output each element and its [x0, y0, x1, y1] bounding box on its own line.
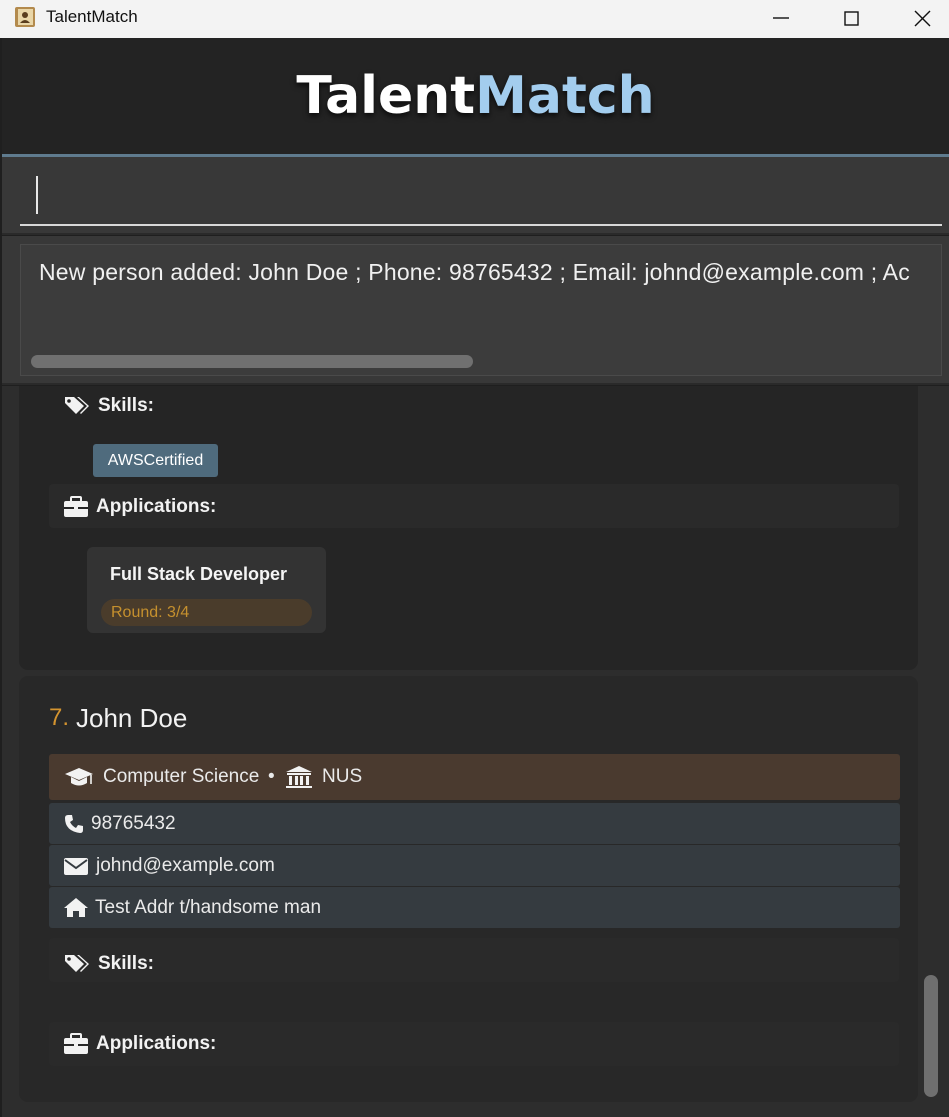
- round-badge: Round: 3/4: [101, 599, 312, 626]
- maximize-button[interactable]: [829, 0, 875, 38]
- skills-label: Skills:: [98, 953, 154, 974]
- divider: [2, 383, 949, 385]
- email-text: johnd@example.com: [96, 855, 275, 876]
- education-row: Computer Science • NUS: [49, 754, 900, 800]
- applications-label: Applications:: [96, 496, 217, 517]
- person-name: John Doe: [76, 703, 188, 733]
- skill-tag: AWSCertified: [93, 444, 218, 477]
- vertical-scrollbar[interactable]: [924, 975, 938, 1097]
- home-icon: [64, 898, 88, 917]
- person-card[interactable]: 7. John Doe Computer Science • NUS 98765…: [19, 676, 918, 1102]
- university-icon: [286, 766, 312, 788]
- minimize-icon: [773, 17, 789, 19]
- university-text: NUS: [322, 766, 363, 787]
- text-caret: [36, 176, 38, 214]
- close-icon: [914, 10, 931, 27]
- email-row: johnd@example.com: [49, 845, 900, 886]
- window-title: TalentMatch: [46, 7, 138, 26]
- briefcase-icon: [64, 1033, 88, 1054]
- command-input[interactable]: [20, 170, 942, 226]
- tags-icon: [65, 397, 89, 414]
- divider: [2, 233, 949, 235]
- address-text: Test Addr t/handsome man: [95, 897, 322, 918]
- window-titlebar: TalentMatch: [0, 0, 949, 38]
- app-header: TalentMatch: [2, 38, 949, 154]
- phone-icon: [65, 815, 83, 833]
- application-title: Full Stack Developer: [110, 564, 288, 584]
- app-icon: [15, 7, 35, 27]
- phone-row: 98765432: [49, 803, 900, 844]
- brand-part-talent: Talent: [296, 66, 476, 126]
- brand-part-match: Match: [475, 66, 655, 126]
- phone-text: 98765432: [91, 813, 176, 834]
- close-button[interactable]: [899, 0, 945, 38]
- maximize-icon: [844, 11, 859, 26]
- skills-label: Skills:: [98, 395, 154, 416]
- graduation-cap-icon: [65, 768, 93, 786]
- skills-section: [49, 938, 899, 982]
- briefcase-icon: [64, 496, 88, 517]
- result-display[interactable]: New person added: John Doe ; Phone: 9876…: [20, 244, 942, 376]
- result-text: New person added: John Doe ; Phone: 9876…: [39, 259, 910, 285]
- person-card[interactable]: Skills: AWSCertified Applications: Full …: [19, 386, 918, 670]
- applications-label: Applications:: [96, 1033, 217, 1054]
- minimize-button[interactable]: [758, 0, 804, 38]
- application-card[interactable]: Full Stack Developer Round: 3/4: [87, 547, 326, 633]
- person-index: 7.: [49, 704, 70, 731]
- separator-dot: •: [268, 766, 275, 787]
- tags-icon: [65, 955, 89, 972]
- app-brand: TalentMatch: [2, 66, 949, 126]
- person-list[interactable]: Skills: AWSCertified Applications: Full …: [2, 386, 949, 1117]
- envelope-icon: [64, 858, 88, 875]
- address-row: Test Addr t/handsome man: [49, 887, 900, 928]
- horizontal-scrollbar[interactable]: [31, 355, 473, 368]
- major-text: Computer Science: [103, 766, 260, 787]
